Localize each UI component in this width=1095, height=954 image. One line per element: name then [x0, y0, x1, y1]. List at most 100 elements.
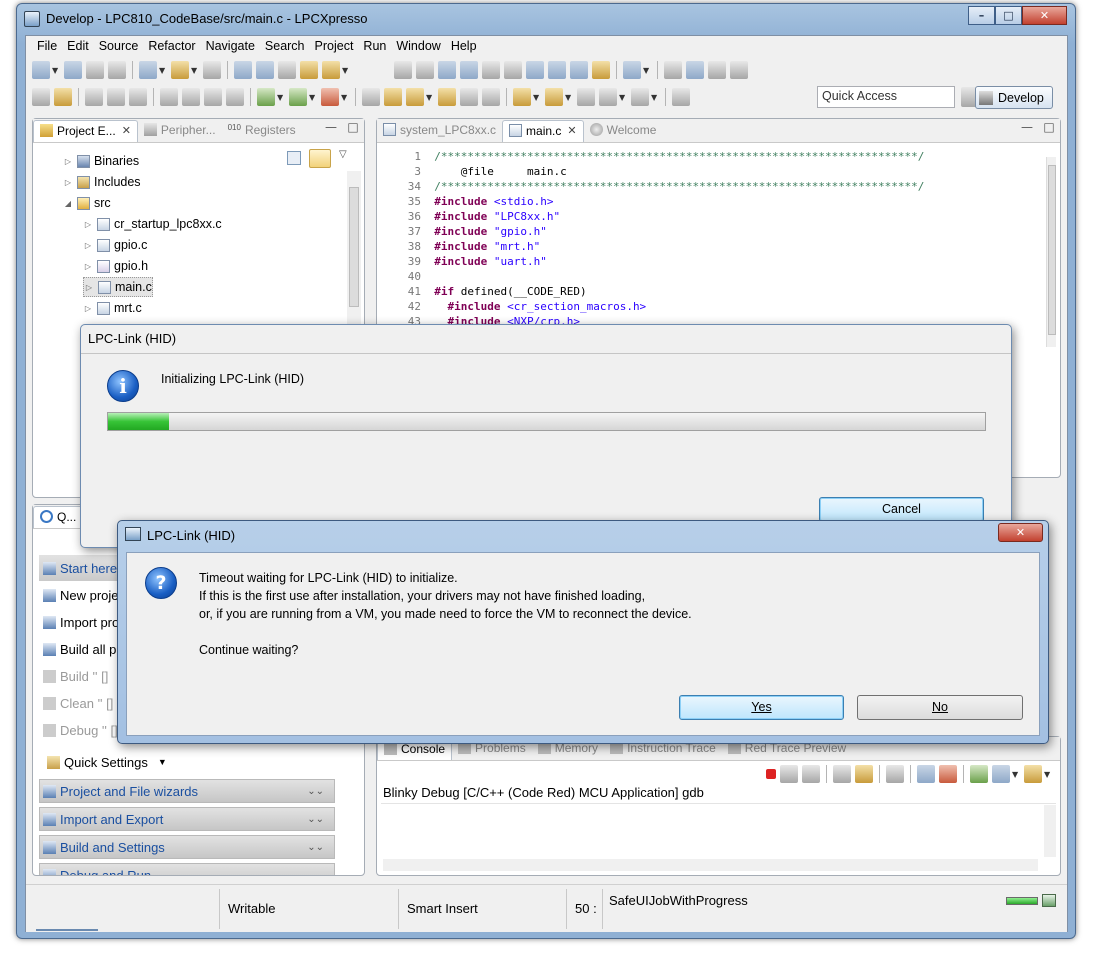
disconnect-icon[interactable]	[226, 88, 244, 106]
close-button[interactable]: ✕	[1022, 6, 1067, 25]
quickstart-section[interactable]: Debug and Run ⌄⌄	[39, 863, 335, 875]
develop-perspective-button[interactable]: Develop	[975, 86, 1053, 109]
prev-annotation-icon[interactable]	[545, 88, 563, 106]
quickstart-section[interactable]: Import and Export ⌄⌄	[39, 807, 335, 831]
tree-scrollbar-thumb[interactable]	[349, 187, 359, 307]
menu-source[interactable]: Source	[94, 39, 144, 53]
pencil-icon[interactable]	[406, 88, 424, 106]
debug-export-icon[interactable]	[570, 61, 588, 79]
console-vscrollbar[interactable]	[1044, 805, 1056, 857]
editor-scrollbar-thumb[interactable]	[1048, 165, 1056, 335]
external-tools-icon[interactable]	[321, 88, 339, 106]
reset-icon[interactable]	[730, 61, 748, 79]
save-icon[interactable]	[64, 61, 82, 79]
redo-icon[interactable]	[107, 88, 125, 106]
target-icon[interactable]	[256, 61, 274, 79]
quick-access-input[interactable]: Quick Access	[817, 86, 955, 108]
display-selected-console-icon[interactable]	[939, 765, 957, 783]
minimize-view-icon[interactable]: —	[320, 120, 342, 142]
tab-registers[interactable]: 010 Registers	[222, 120, 302, 142]
binary-icon[interactable]	[203, 61, 221, 79]
h-source-icon[interactable]	[416, 61, 434, 79]
yes-button[interactable]: Yes	[679, 695, 844, 720]
close-icon[interactable]: ✕	[122, 124, 131, 137]
expand-arrow-icon[interactable]: ▷	[84, 283, 94, 292]
suspend-icon[interactable]	[182, 88, 200, 106]
tab-main-c[interactable]: main.c ✕	[502, 120, 584, 142]
code-editor[interactable]: 1 /*************************************…	[395, 149, 1035, 349]
tree-item[interactable]: ▷ gpio.h	[83, 256, 148, 276]
no-button[interactable]: No	[857, 695, 1023, 720]
menu-run[interactable]: Run	[358, 39, 391, 53]
terminate-icon[interactable]	[204, 88, 222, 106]
save-all-icon[interactable]	[86, 61, 104, 79]
forward-icon[interactable]	[631, 88, 649, 106]
expand-arrow-icon[interactable]: ▷	[63, 157, 73, 166]
chip-icon[interactable]	[362, 88, 380, 106]
link-with-editor-icon[interactable]	[309, 149, 331, 168]
expand-chevron-icon[interactable]: ⌄⌄	[307, 870, 324, 876]
quick-settings[interactable]: Quick Settings ▼	[39, 749, 339, 775]
build-icon[interactable]	[171, 61, 189, 79]
tree-item[interactable]: ▷ Includes	[63, 172, 141, 192]
title-bar[interactable]: Develop - LPC810_CodeBase/src/main.c - L…	[17, 4, 1075, 34]
minimize-button[interactable]: –	[968, 6, 995, 25]
mark-occurrences-icon[interactable]	[438, 88, 456, 106]
tree-item[interactable]: ▷ main.c	[83, 277, 153, 297]
c-source-icon[interactable]	[394, 61, 412, 79]
home-icon[interactable]	[592, 61, 610, 79]
tree-item[interactable]: ▷ Binaries	[63, 151, 139, 171]
build-config-icon[interactable]	[139, 61, 157, 79]
scroll-lock-icon[interactable]	[855, 765, 873, 783]
open-console-menu-icon[interactable]	[1024, 765, 1042, 783]
menu-project[interactable]: Project	[310, 39, 359, 53]
gear-icon[interactable]	[708, 61, 726, 79]
expand-arrow-icon[interactable]: ▷	[83, 220, 93, 229]
open-console-icon[interactable]	[917, 765, 935, 783]
console-hscrollbar[interactable]	[383, 859, 1038, 871]
display-console-icon[interactable]	[992, 765, 1010, 783]
menu-search[interactable]: Search	[260, 39, 310, 53]
menu-edit[interactable]: Edit	[62, 39, 94, 53]
maximize-view-icon[interactable]: □	[1038, 120, 1060, 142]
tab-welcome[interactable]: Welcome	[584, 120, 663, 142]
view-menu-icon[interactable]: ▽	[339, 149, 347, 160]
pin-icon[interactable]	[672, 88, 690, 106]
back-icon[interactable]	[599, 88, 617, 106]
progress-view-icon[interactable]	[1042, 894, 1056, 907]
collapse-arrow-icon[interactable]: ◢	[63, 199, 73, 208]
new-console-icon[interactable]	[970, 765, 988, 783]
status-progress-indicator[interactable]	[1006, 897, 1038, 905]
wand-icon[interactable]	[278, 61, 296, 79]
cog-icon[interactable]	[300, 61, 318, 79]
align-icon[interactable]	[32, 88, 50, 106]
terminate-icon[interactable]	[766, 769, 776, 779]
import-icon[interactable]	[438, 61, 456, 79]
pin-console-icon[interactable]	[886, 765, 904, 783]
lpc-config-icon[interactable]	[623, 61, 641, 79]
run-icon[interactable]	[289, 88, 307, 106]
xml-icon[interactable]	[482, 61, 500, 79]
folder-icon[interactable]	[504, 61, 522, 79]
expand-arrow-icon[interactable]: ▷	[83, 262, 93, 271]
block-icon[interactable]	[460, 88, 478, 106]
export-icon[interactable]	[460, 61, 478, 79]
new-class-icon[interactable]	[234, 61, 252, 79]
toggle-icon[interactable]	[54, 88, 72, 106]
collapse-all-icon[interactable]	[287, 151, 301, 165]
close-icon[interactable]: ✕	[567, 124, 576, 137]
tree-item[interactable]: ◢ src	[63, 193, 111, 213]
quickstart-section[interactable]: Build and Settings ⌄⌄	[39, 835, 335, 859]
expand-arrow-icon[interactable]: ▷	[83, 241, 93, 250]
menu-refactor[interactable]: Refactor	[143, 39, 200, 53]
resume-icon[interactable]	[160, 88, 178, 106]
menu-help[interactable]: Help	[446, 39, 482, 53]
expand-arrow-icon[interactable]: ▷	[83, 304, 93, 313]
settings-icon[interactable]	[664, 61, 682, 79]
menu-file[interactable]: File	[32, 39, 62, 53]
tree-item[interactable]: ▷ gpio.c	[83, 235, 147, 255]
remove-launch-icon[interactable]	[780, 765, 798, 783]
tab-project-explorer[interactable]: Project E... ✕	[33, 120, 138, 142]
next-annotation-icon[interactable]	[513, 88, 531, 106]
remove-all-icon[interactable]	[802, 765, 820, 783]
